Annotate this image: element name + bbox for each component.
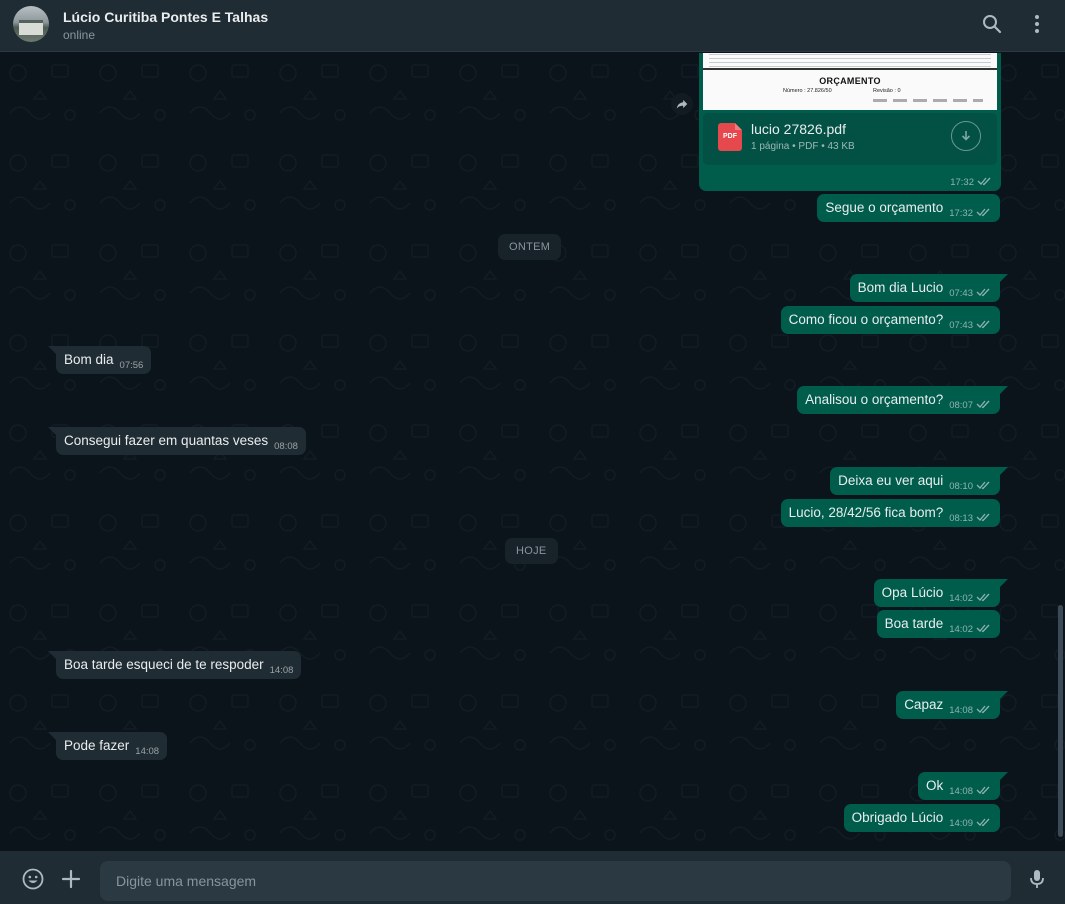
document-footer-lines	[873, 99, 983, 102]
read-ticks-icon	[977, 177, 991, 186]
message-text: Obrigado Lúcio	[851, 810, 944, 825]
message-bubble[interactable]: Boa tarde esqueci de te respoder 14:08	[47, 651, 302, 679]
document-preview[interactable]: ORÇAMENTO Número : 27.826/50 Revisão : 0	[703, 53, 997, 110]
date-separator: HOJE	[505, 538, 558, 564]
emoji-icon[interactable]	[21, 867, 45, 891]
message-bubble[interactable]: Lucio, 28/42/56 fica bom? 08:13	[780, 499, 1000, 527]
message-text: Boa tarde	[884, 616, 944, 631]
read-ticks-icon	[976, 593, 990, 602]
message-input[interactable]	[100, 861, 1011, 901]
read-ticks-icon	[976, 400, 990, 409]
forward-button[interactable]	[671, 93, 693, 115]
message-bubble[interactable]: Consegui fazer em quantas veses 08:08	[48, 427, 306, 455]
read-ticks-icon	[976, 705, 990, 714]
message-meta: 14:02	[949, 622, 992, 638]
message-time: 07:43	[949, 288, 973, 299]
download-icon[interactable]	[951, 121, 981, 151]
message-bubble[interactable]: Analisou o orçamento? 08:07	[797, 386, 1008, 414]
contact-avatar[interactable]	[13, 6, 49, 42]
message-meta: 17:32	[950, 176, 993, 188]
message-time: 08:07	[949, 400, 973, 411]
read-ticks-icon	[976, 320, 990, 329]
document-preview-revision: Revisão : 0	[873, 88, 901, 94]
message-time: 14:08	[949, 705, 973, 716]
message-time: 14:08	[269, 665, 294, 676]
attach-icon[interactable]	[59, 867, 83, 891]
message-meta: 14:09	[949, 816, 992, 832]
read-ticks-icon	[976, 818, 990, 827]
document-preview-title: ORÇAMENTO	[819, 76, 881, 86]
contact-status: online	[63, 28, 96, 42]
document-card[interactable]: PDF lucio 27826.pdf 1 página • PDF • 43 …	[703, 113, 997, 165]
document-divider	[703, 68, 997, 70]
message-meta: 14:08	[949, 784, 992, 800]
message-time: 08:08	[274, 441, 298, 452]
message-time: 14:08	[949, 786, 973, 797]
message-time: 14:02	[949, 624, 973, 635]
message-time: 08:10	[949, 481, 973, 492]
date-separator: ONTEM	[498, 234, 562, 260]
read-ticks-icon	[976, 208, 990, 217]
message-text: Bom dia	[64, 352, 114, 367]
message-time: 08:13	[949, 513, 973, 524]
message-meta: 07:43	[949, 286, 992, 302]
message-bubble[interactable]: Deixa eu ver aqui 08:10	[830, 467, 1008, 495]
message-text: Deixa eu ver aqui	[838, 473, 944, 488]
message-text: Consegui fazer em quantas veses	[64, 433, 269, 448]
message-meta: 17:32	[949, 206, 992, 222]
message-meta: 14:02	[949, 591, 992, 607]
message-bubble[interactable]: Segue o orçamento 17:32	[817, 194, 1000, 222]
message-time: 14:09	[949, 818, 973, 829]
message-list[interactable]: ORÇAMENTO Número : 27.826/50 Revisão : 0…	[0, 53, 1065, 850]
read-ticks-icon	[976, 786, 990, 795]
chat-scrollbar[interactable]	[1058, 605, 1063, 837]
message-time: 07:56	[119, 360, 144, 371]
message-text: Como ficou o orçamento?	[788, 312, 944, 327]
message-meta: 08:10	[949, 479, 992, 495]
search-icon[interactable]	[980, 12, 1004, 36]
message-bubble[interactable]: Bom dia 07:56	[47, 346, 152, 374]
message-bubble[interactable]: Opa Lúcio 14:02	[873, 579, 1009, 607]
message-meta: 07:43	[949, 318, 992, 334]
message-bubble[interactable]: Ok 14:08	[917, 772, 1009, 800]
read-ticks-icon	[976, 288, 990, 297]
message-text: Segue o orçamento	[825, 200, 944, 215]
message-text: Capaz	[904, 697, 944, 712]
message-time: 17:32	[950, 177, 974, 188]
message-bubble[interactable]: Capaz 14:08	[896, 691, 1008, 719]
document-file-name: lucio 27826.pdf	[751, 121, 846, 137]
message-text: Bom dia Lucio	[857, 280, 944, 295]
message-time: 17:32	[949, 208, 973, 219]
message-time: 14:02	[949, 593, 973, 604]
pdf-file-icon: PDF	[718, 123, 742, 151]
message-bubble[interactable]: Bom dia Lucio 07:43	[849, 274, 1009, 302]
message-text: Lucio, 28/42/56 fica bom?	[788, 505, 944, 520]
message-text: Pode fazer	[64, 738, 130, 753]
read-ticks-icon	[976, 624, 990, 633]
message-text: Ok	[925, 778, 944, 793]
message-time: 07:43	[949, 320, 973, 331]
message-meta: 08:13	[949, 511, 992, 527]
message-text: Boa tarde esqueci de te respoder	[64, 657, 264, 672]
read-ticks-icon	[976, 513, 990, 522]
read-ticks-icon	[976, 481, 990, 490]
document-message[interactable]: ORÇAMENTO Número : 27.826/50 Revisão : 0…	[699, 53, 1001, 191]
message-bubble[interactable]: Boa tarde 14:02	[876, 610, 1000, 638]
message-meta: 14:08	[949, 703, 992, 719]
document-file-info: 1 página • PDF • 43 KB	[751, 141, 855, 152]
message-meta: 08:07	[949, 398, 992, 414]
document-header-lines	[709, 54, 991, 68]
message-time: 14:08	[135, 746, 160, 757]
microphone-icon[interactable]	[1025, 867, 1049, 891]
chat-header: Lúcio Curitiba Pontes E Talhas online	[0, 0, 1065, 52]
contact-name[interactable]: Lúcio Curitiba Pontes E Talhas	[63, 9, 268, 25]
message-bubble[interactable]: Obrigado Lúcio 14:09	[843, 804, 1000, 832]
message-text: Opa Lúcio	[881, 585, 944, 600]
message-bubble[interactable]: Pode fazer 14:08	[47, 732, 168, 760]
message-bubble[interactable]: Como ficou o orçamento? 07:43	[780, 306, 1000, 334]
menu-icon[interactable]	[1025, 12, 1049, 36]
document-preview-number: Número : 27.826/50	[783, 88, 832, 94]
message-text: Analisou o orçamento?	[805, 392, 944, 407]
message-composer	[0, 851, 1065, 904]
